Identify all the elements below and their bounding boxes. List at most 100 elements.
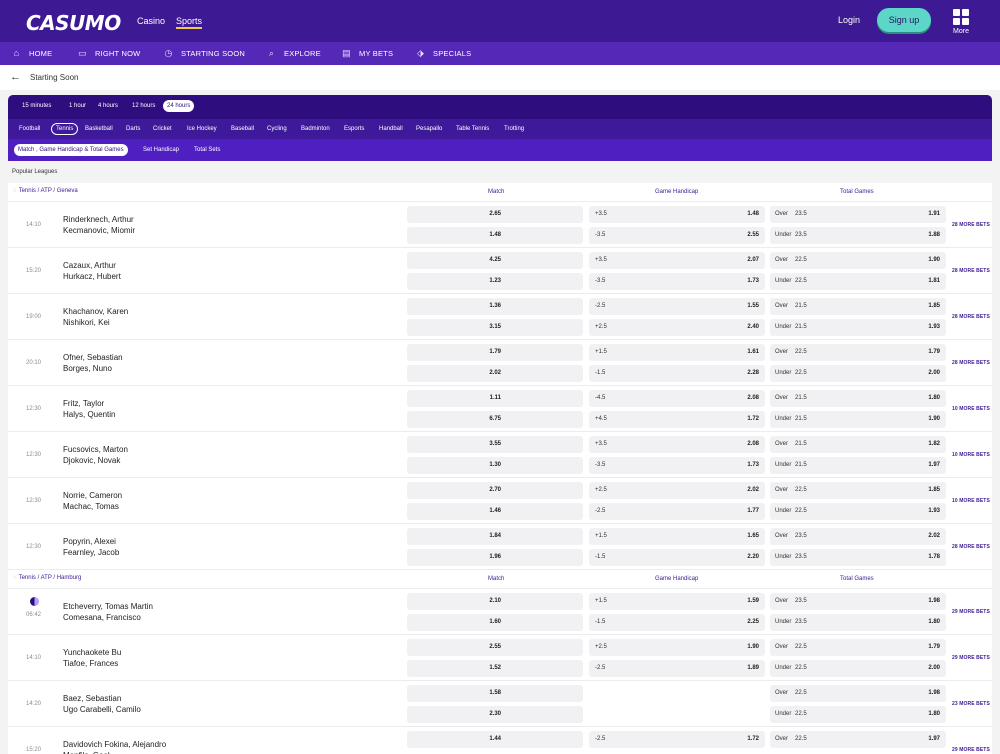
total-games-odds-button[interactable]: Over 21.5 1.80: [770, 390, 946, 407]
time-filter-chip[interactable]: 1 hour: [65, 100, 90, 112]
away-player[interactable]: Djokovic, Novak: [63, 456, 120, 465]
handicap-odds-button[interactable]: +2.5 1.90: [589, 639, 765, 656]
match-odds-button[interactable]: 1.30: [407, 457, 583, 474]
total-games-odds-button[interactable]: Over 22.5 1.98: [770, 685, 946, 702]
total-games-odds-button[interactable]: Under 22.5 2.00: [770, 660, 946, 677]
match-odds-button[interactable]: 2.70: [407, 482, 583, 499]
sport-filter-chip[interactable]: Badminton: [297, 123, 334, 135]
more-bets-link[interactable]: 23 MORE BETS: [952, 701, 990, 707]
total-games-odds-button[interactable]: Over 23.5 1.98: [770, 593, 946, 610]
away-player[interactable]: Nishikori, Kei: [63, 318, 110, 327]
handicap-odds-button[interactable]: -4.5 2.08: [589, 390, 765, 407]
handicap-odds-button[interactable]: -2.5 1.55: [589, 298, 765, 315]
handicap-odds-button[interactable]: +2.5 2.40: [589, 319, 765, 336]
total-games-odds-button[interactable]: Over 21.5 1.82: [770, 436, 946, 453]
handicap-odds-button[interactable]: -1.5 2.28: [589, 365, 765, 382]
handicap-odds-button[interactable]: -1.5 2.20: [589, 549, 765, 566]
sports-link[interactable]: Sports: [176, 16, 203, 29]
more-bets-link[interactable]: 10 MORE BETS: [952, 452, 990, 458]
away-player[interactable]: Comesana, Francisco: [63, 613, 141, 622]
total-games-odds-button[interactable]: Over 23.5 2.02: [770, 528, 946, 545]
more-bets-link[interactable]: 10 MORE BETS: [952, 406, 990, 412]
away-player[interactable]: Hurkacz, Hubert: [63, 272, 121, 281]
total-games-odds-button[interactable]: Over 22.5 1.90: [770, 252, 946, 269]
sport-filter-chip[interactable]: Trotting: [500, 123, 528, 135]
total-games-odds-button[interactable]: Under 23.5 1.80: [770, 614, 946, 631]
total-games-odds-button[interactable]: Under 23.5 1.88: [770, 227, 946, 244]
handicap-odds-button[interactable]: -3.5 2.55: [589, 227, 765, 244]
total-games-odds-button[interactable]: Over 22.5 1.79: [770, 344, 946, 361]
home-player[interactable]: Norrie, Cameron: [63, 491, 122, 500]
back-arrow-icon[interactable]: ←: [10, 71, 21, 83]
sport-filter-chip[interactable]: Football: [15, 123, 44, 135]
home-player[interactable]: Fucsovics, Marton: [63, 445, 128, 454]
nav-right-now[interactable]: ▭ RIGHT NOW: [78, 42, 140, 65]
match-odds-button[interactable]: 1.79: [407, 344, 583, 361]
match-odds-button[interactable]: 2.55: [407, 639, 583, 656]
away-player[interactable]: Fearnley, Jacob: [63, 548, 119, 557]
total-games-odds-button[interactable]: Over 22.5 1.79: [770, 639, 946, 656]
total-games-odds-button[interactable]: Over 21.5 1.85: [770, 298, 946, 315]
sport-filter-chip[interactable]: Pesapallo: [412, 123, 446, 135]
total-games-odds-button[interactable]: Under 22.5 2.00: [770, 365, 946, 382]
match-odds-button[interactable]: 1.11: [407, 390, 583, 407]
market-filter-chip[interactable]: Total Sets: [190, 144, 224, 156]
sport-filter-chip[interactable]: Ice Hockey: [183, 123, 221, 135]
more-bets-link[interactable]: 28 MORE BETS: [952, 222, 990, 228]
home-player[interactable]: Popyrin, Alexei: [63, 537, 116, 546]
handicap-odds-button[interactable]: -2.5 1.72: [589, 731, 765, 748]
total-games-odds-button[interactable]: Under 21.5 1.90: [770, 411, 946, 428]
match-odds-button[interactable]: 1.36: [407, 298, 583, 315]
total-games-odds-button[interactable]: Under 21.5 1.93: [770, 319, 946, 336]
more-bets-link[interactable]: 10 MORE BETS: [952, 498, 990, 504]
market-filter-chip[interactable]: Set Handicap: [139, 144, 183, 156]
more-bets-link[interactable]: 29 MORE BETS: [952, 747, 990, 753]
match-odds-button[interactable]: 1.84: [407, 528, 583, 545]
more-bets-link[interactable]: 28 MORE BETS: [952, 544, 990, 550]
match-odds-button[interactable]: 1.58: [407, 685, 583, 702]
nav-home[interactable]: ⌂ HOME: [12, 42, 52, 65]
away-player[interactable]: Borges, Nuno: [63, 364, 112, 373]
login-link[interactable]: Login: [838, 15, 860, 25]
total-games-odds-button[interactable]: Over 22.5 1.97: [770, 731, 946, 748]
sport-filter-chip[interactable]: Esports: [340, 123, 368, 135]
time-filter-chip[interactable]: 24 hours: [163, 100, 195, 112]
home-player[interactable]: Khachanov, Karen: [63, 307, 128, 316]
handicap-odds-button[interactable]: -2.5 1.77: [589, 503, 765, 520]
home-player[interactable]: Yunchaokete Bu: [63, 648, 121, 657]
away-player[interactable]: Kecmanovic, Miomir: [63, 226, 135, 235]
home-player[interactable]: Fritz, Taylor: [63, 399, 104, 408]
match-odds-button[interactable]: 1.52: [407, 660, 583, 677]
more-bets-link[interactable]: 29 MORE BETS: [952, 655, 990, 661]
total-games-odds-button[interactable]: Over 23.5 1.91: [770, 206, 946, 223]
sport-filter-chip[interactable]: Basketball: [81, 123, 117, 135]
home-player[interactable]: Etcheverry, Tomas Martin: [63, 602, 153, 611]
casumo-logo[interactable]: CASUMO: [26, 11, 121, 35]
match-odds-button[interactable]: 6.75: [407, 411, 583, 428]
match-odds-button[interactable]: 2.02: [407, 365, 583, 382]
home-player[interactable]: Davidovich Fokina, Alejandro: [63, 740, 166, 749]
time-filter-chip[interactable]: 4 hours: [94, 100, 122, 112]
handicap-odds-button[interactable]: -3.5 1.73: [589, 457, 765, 474]
league-header[interactable]: Tennis / ATP / Geneva Match Game Handicap T…: [8, 183, 992, 202]
match-odds-button[interactable]: 1.23: [407, 273, 583, 290]
away-player[interactable]: Halys, Quentin: [63, 410, 115, 419]
market-filter-chip[interactable]: Match , Game Handicap & Total Games: [14, 144, 128, 156]
handicap-odds-button[interactable]: -1.5 2.25: [589, 614, 765, 631]
home-player[interactable]: Cazaux, Arthur: [63, 261, 116, 270]
total-games-odds-button[interactable]: Under 22.5 1.81: [770, 273, 946, 290]
nav-my-bets[interactable]: ▤ MY BETS: [342, 42, 393, 65]
more-bets-link[interactable]: 29 MORE BETS: [952, 609, 990, 615]
total-games-odds-button[interactable]: Under 23.5 1.78: [770, 549, 946, 566]
time-filter-chip[interactable]: 15 minutes: [18, 100, 55, 112]
handicap-odds-button[interactable]: +3.5 1.48: [589, 206, 765, 223]
match-odds-button[interactable]: 1.48: [407, 227, 583, 244]
home-player[interactable]: Baez, Sebastian: [63, 694, 121, 703]
sport-filter-chip[interactable]: Darts: [122, 123, 144, 135]
sport-filter-chip[interactable]: Handball: [375, 123, 407, 135]
match-odds-button[interactable]: 4.25: [407, 252, 583, 269]
total-games-odds-button[interactable]: Under 22.5 1.80: [770, 706, 946, 723]
nav-explore[interactable]: ⌕ EXPLORE: [267, 42, 321, 65]
match-odds-button[interactable]: 3.55: [407, 436, 583, 453]
more-menu-button[interactable]: More: [950, 9, 972, 35]
